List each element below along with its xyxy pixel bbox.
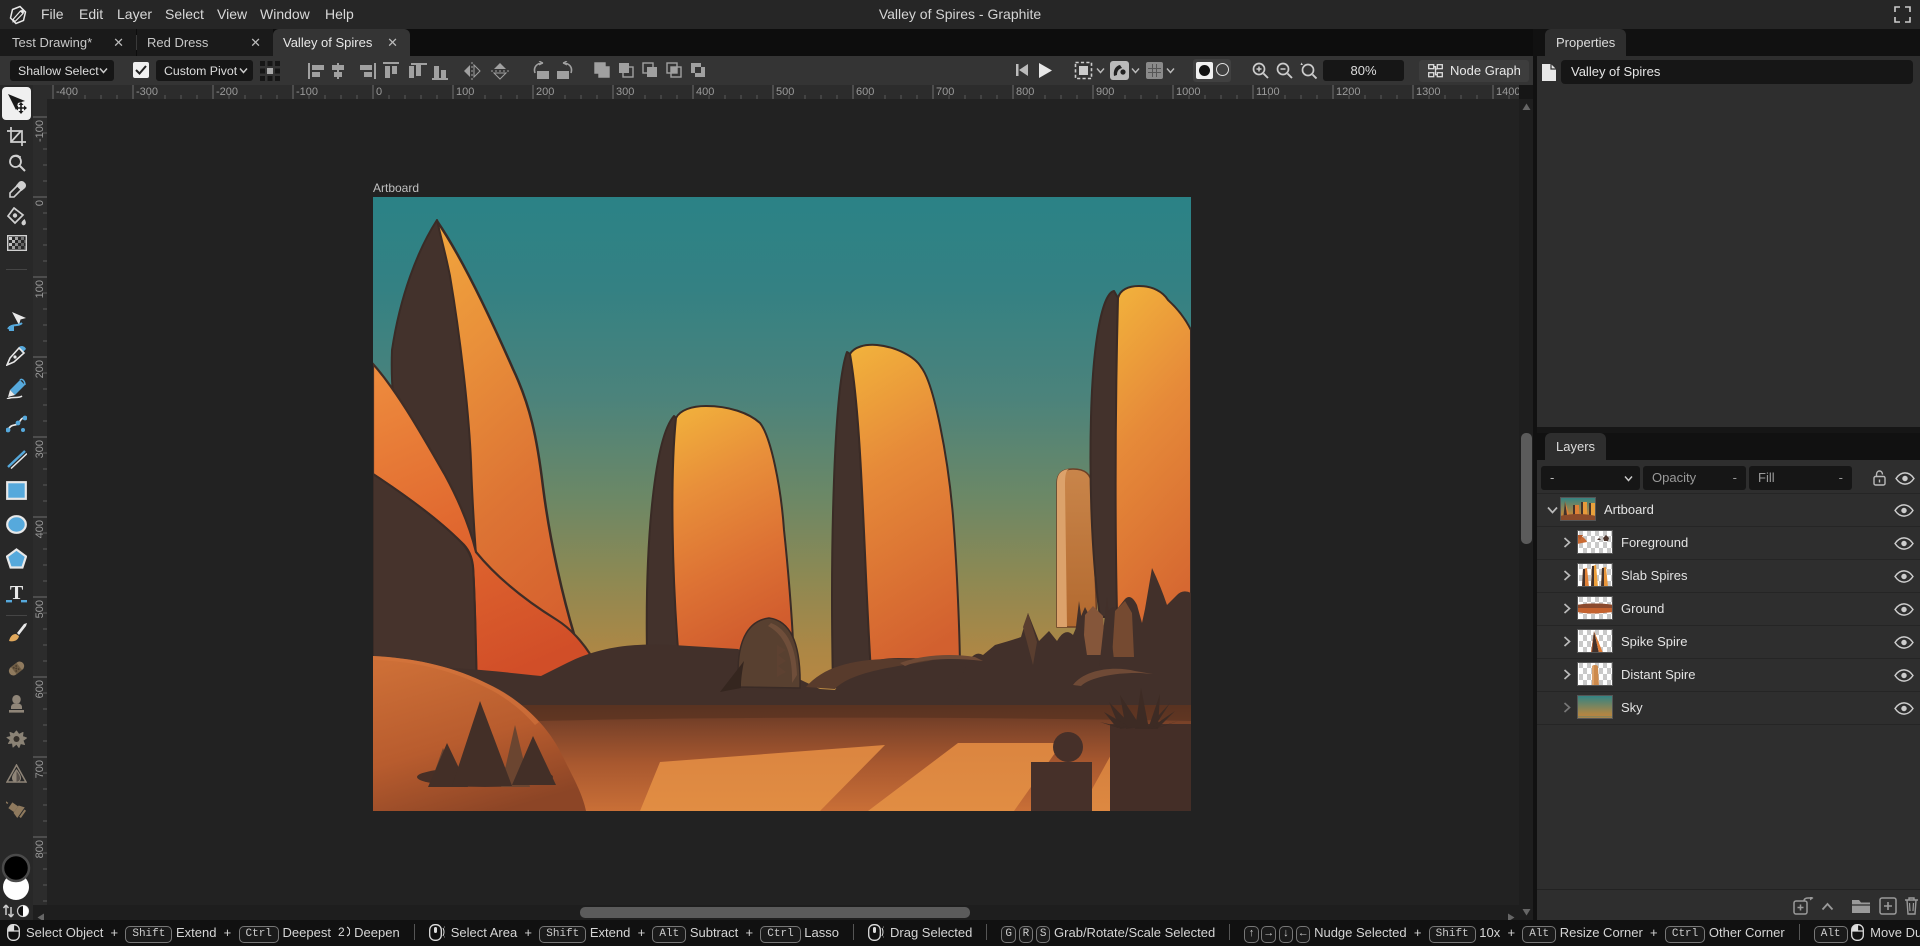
svg-text:500: 500: [776, 86, 794, 98]
svg-text:300: 300: [616, 86, 634, 98]
svg-text:-300: -300: [136, 86, 158, 98]
svg-text:400: 400: [34, 520, 46, 538]
svg-text:0: 0: [376, 86, 382, 98]
svg-text:1100: 1100: [1256, 86, 1280, 98]
svg-text:200: 200: [536, 86, 554, 98]
svg-text:600: 600: [856, 86, 874, 98]
svg-text:2: 2: [338, 925, 345, 939]
svg-text:100: 100: [456, 86, 474, 98]
svg-text:200: 200: [34, 360, 46, 378]
svg-text:500: 500: [34, 600, 46, 618]
svg-text:800: 800: [1016, 86, 1034, 98]
svg-text:600: 600: [34, 680, 46, 698]
svg-text:100: 100: [34, 280, 46, 298]
svg-text:0: 0: [34, 200, 46, 206]
svg-text:-400: -400: [56, 86, 78, 98]
svg-text:1000: 1000: [1176, 86, 1200, 98]
svg-text:-100: -100: [296, 86, 318, 98]
svg-text:-200: -200: [216, 86, 238, 98]
svg-text:1300: 1300: [1416, 86, 1440, 98]
svg-text:800: 800: [34, 840, 46, 858]
svg-text:300: 300: [34, 440, 46, 458]
svg-text:700: 700: [936, 86, 954, 98]
svg-text:700: 700: [34, 760, 46, 778]
svg-text:900: 900: [1096, 86, 1114, 98]
svg-text:1200: 1200: [1336, 86, 1360, 98]
svg-text:-100: -100: [34, 120, 46, 142]
svg-text:1400: 1400: [1496, 86, 1519, 98]
svg-text:400: 400: [696, 86, 714, 98]
